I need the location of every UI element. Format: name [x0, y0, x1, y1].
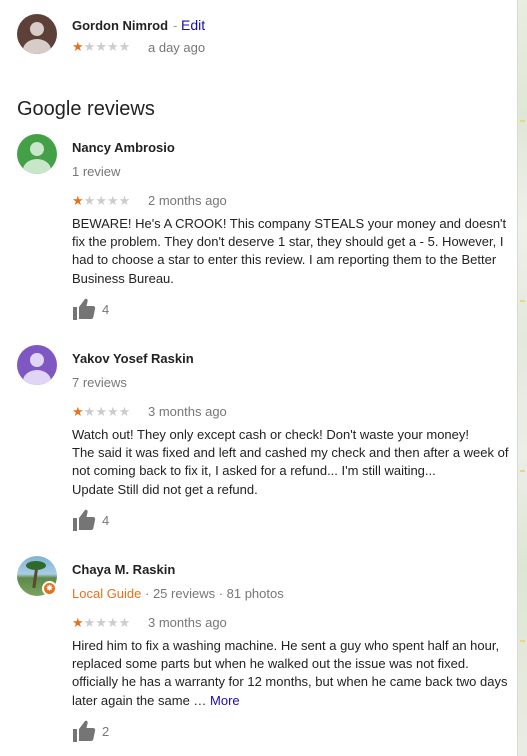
star-icon: ★	[72, 615, 84, 630]
star-icon: ★	[72, 404, 84, 419]
like-button[interactable]: 2	[72, 720, 109, 742]
owner-avatar[interactable]	[17, 14, 57, 54]
reviewer-counts: · 25 reviews · 81 photos	[141, 586, 284, 601]
edit-separator: -	[173, 18, 178, 33]
star-icon: ★	[72, 193, 84, 208]
rating-stars: ★★★★★	[72, 405, 130, 419]
own-review: Gordon Nimrod - Edit ★★★★★ a day ago	[17, 14, 507, 58]
star-icon: ★	[106, 193, 119, 208]
reviewer-avatar[interactable]	[17, 345, 57, 385]
star-icon: ★	[118, 404, 131, 419]
reviewer-avatar[interactable]	[17, 134, 57, 174]
reviewer-name[interactable]: Chaya M. Raskin	[72, 562, 175, 577]
section-title: Google reviews	[17, 98, 155, 120]
thumbs-up-icon	[73, 720, 96, 742]
star-icon: ★	[106, 615, 119, 630]
person-avatar-icon	[30, 353, 44, 367]
star-icon: ★	[72, 39, 84, 54]
star-icon: ★	[95, 404, 107, 419]
star-icon: ★	[95, 615, 107, 630]
review-paragraph: BEWARE! He's A CROOK! This company STEAL…	[72, 216, 507, 286]
star-icon: ★	[83, 404, 96, 419]
review-time: 3 months ago	[148, 615, 227, 630]
thumbs-up-icon	[73, 509, 96, 531]
person-avatar-icon	[30, 142, 44, 156]
thumbs-up-icon	[73, 298, 96, 320]
rating-stars: ★★★★★	[72, 194, 130, 208]
review-time: 3 months ago	[148, 404, 227, 419]
reviewer-name[interactable]: Yakov Yosef Raskin	[72, 351, 194, 366]
star-icon: ★	[83, 193, 96, 208]
star-icon: ★	[106, 404, 119, 419]
review-paragraph: The said it was fixed and left and cashe…	[72, 445, 509, 479]
like-button[interactable]: 4	[72, 509, 109, 531]
review-text: Hired him to fix a washing machine. He s…	[72, 637, 512, 710]
like-count: 4	[102, 512, 110, 528]
edit-review-link[interactable]: Edit	[181, 17, 205, 33]
rating-stars: ★★★★★	[72, 616, 130, 630]
reviewer-meta[interactable]: Local Guide · 25 reviews · 81 photos	[72, 586, 284, 601]
review-paragraph: Watch out! They only except cash or chec…	[72, 427, 470, 442]
like-count: 2	[102, 723, 110, 739]
like-count: 4	[102, 301, 110, 317]
star-icon: ★	[83, 39, 96, 54]
like-button[interactable]: 4	[72, 298, 109, 320]
star-icon: ★	[83, 615, 96, 630]
owner-name[interactable]: Gordon Nimrod	[72, 18, 168, 33]
star-icon: ★	[95, 39, 107, 54]
star-icon: ★	[118, 39, 131, 54]
reviewer-name[interactable]: Nancy Ambrosio	[72, 140, 175, 155]
person-avatar-icon	[30, 22, 44, 36]
map-edge	[517, 0, 527, 756]
review-paragraph: Hired him to fix a washing machine. He s…	[72, 638, 508, 708]
review-paragraph: Update Still did not get a refund.	[72, 481, 258, 497]
local-guide-badge-icon: ✸	[42, 581, 57, 596]
star-icon: ★	[106, 39, 119, 54]
review-text: BEWARE! He's A CROOK! This company STEAL…	[72, 215, 512, 288]
star-icon: ★	[95, 193, 107, 208]
review-text: Watch out! They only except cash or chec…	[72, 426, 512, 499]
reviewer-meta[interactable]: 7 reviews	[72, 375, 127, 390]
local-guide-label: Local Guide	[72, 586, 142, 601]
star-icon: ★	[118, 193, 131, 208]
owner-rating-stars: ★★★★★	[72, 40, 130, 54]
more-link[interactable]: More	[210, 693, 240, 708]
reviewer-meta[interactable]: 1 review	[72, 164, 120, 179]
owner-review-time: a day ago	[148, 40, 206, 55]
review-time: 2 months ago	[148, 193, 227, 208]
star-icon: ★	[118, 615, 131, 630]
